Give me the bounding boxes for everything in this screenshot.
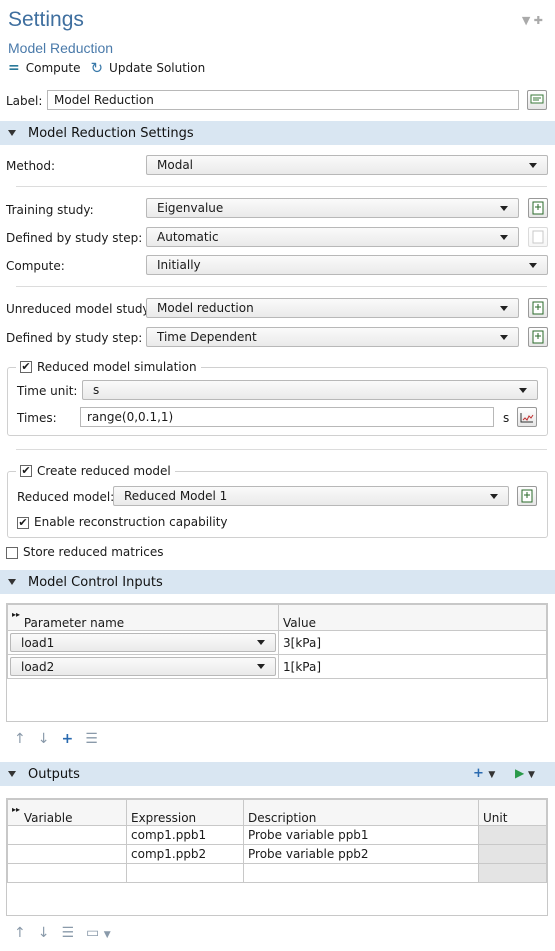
go-to-study-icon[interactable] (528, 198, 548, 218)
go-to-study-icon[interactable] (528, 298, 548, 318)
probe-icon[interactable]: ▶ ▼ (515, 766, 535, 780)
comment-icon[interactable] (527, 90, 547, 110)
enable-reconstruction[interactable]: ✔ Enable reconstruction capability (17, 515, 228, 529)
divider (8, 186, 547, 187)
chevron-down-icon (257, 664, 265, 669)
expand-icon: ▸▸ (12, 805, 21, 814)
move-down-icon[interactable]: ↓ (38, 731, 50, 747)
move-up-icon[interactable]: ↑ (14, 925, 26, 941)
table-toolbar: ↑ ↓ + ☰ (14, 731, 98, 747)
table-options-icon[interactable]: ▭ ▼ (86, 925, 111, 941)
chevron-down-icon (500, 234, 508, 240)
chevron-down-icon (257, 640, 265, 645)
parameter-select[interactable]: load1 (10, 633, 276, 652)
move-up-icon[interactable]: ↑ (14, 731, 26, 747)
delete-icon[interactable]: ☰ (85, 731, 98, 747)
times-label: Times: (17, 411, 57, 425)
collapse-icon (8, 579, 16, 585)
parameter-select[interactable]: load2 (10, 657, 276, 676)
table-row[interactable]: load1 3[kPa] (7, 630, 547, 655)
defined-by-select[interactable]: Automatic (146, 227, 519, 247)
add-output-icon[interactable]: + ▼ (473, 766, 495, 781)
divider (8, 286, 547, 287)
value-cell[interactable]: 1[kPa] (278, 654, 547, 679)
divider (8, 449, 547, 450)
compute-select[interactable]: Initially (146, 255, 548, 275)
section-model-control-inputs[interactable]: Model Control Inputs (0, 570, 555, 594)
reduced-model-select[interactable]: Reduced Model 1 (113, 486, 509, 506)
outputs-table: ▸▸ Variable Expression Description Unit … (6, 798, 548, 916)
method-label: Method: (6, 159, 56, 173)
defined-by-select[interactable]: Time Dependent (146, 327, 519, 347)
section-model-reduction-settings[interactable]: Model Reduction Settings (0, 121, 555, 145)
time-unit-label: Time unit: (17, 384, 78, 398)
column-header-unit[interactable]: Unit (478, 799, 547, 826)
chevron-down-icon (490, 493, 498, 499)
table-row[interactable]: comp1.ppb2 Probe variable ppb2 (7, 844, 547, 864)
add-icon[interactable]: + (61, 731, 73, 747)
chevron-down-icon (529, 162, 537, 168)
times-input[interactable]: range(0,0.1,1) (80, 407, 494, 427)
pin-icon[interactable]: ▼ ✚ (522, 14, 543, 27)
chevron-down-icon (519, 387, 527, 393)
training-study-select[interactable]: Eigenvalue (146, 198, 519, 218)
control-inputs-table: ▸▸ Parameter name Value load1 3[kPa] load2… (6, 603, 548, 722)
toolbar: = Compute ↻ Update Solution (8, 59, 205, 77)
expand-icon: ▸▸ (12, 610, 21, 619)
column-header-parameter[interactable]: ▸▸ Parameter name (7, 604, 279, 631)
training-study-label: Training study: (6, 203, 94, 217)
table-row[interactable] (7, 863, 547, 883)
unreduced-study-select[interactable]: Model reduction (146, 298, 519, 318)
value-cell[interactable]: 3[kPa] (278, 630, 547, 655)
column-header-variable[interactable]: ▸▸ Variable (7, 799, 127, 826)
column-header-value[interactable]: Value (278, 604, 547, 631)
compute-label: Compute: (6, 259, 65, 273)
chevron-down-icon (500, 205, 508, 211)
column-header-description[interactable]: Description (243, 799, 479, 826)
times-unit: s (503, 411, 510, 425)
collapse-icon (8, 771, 16, 777)
time-unit-select[interactable]: s (82, 380, 538, 400)
reduced-model-label: Reduced model: (17, 490, 115, 504)
store-matrices-checkbox[interactable] (6, 546, 18, 559)
create-reduced-model-checkbox[interactable]: ✔ (20, 465, 32, 477)
outputs-toolbar: ↑ ↓ ☰ ▭ ▼ (14, 925, 111, 941)
table-row[interactable]: load2 1[kPa] (7, 654, 547, 679)
reduced-simulation-checkbox[interactable]: ✔ (20, 361, 32, 373)
defined-by-label: Defined by study step: (6, 331, 143, 345)
chevron-down-icon (529, 262, 537, 268)
defined-by-label: Defined by study step: (6, 231, 143, 245)
go-to-model-icon[interactable] (517, 486, 537, 506)
label-input[interactable]: Model Reduction (47, 90, 519, 110)
section-outputs[interactable]: Outputs (0, 762, 555, 786)
delete-icon[interactable]: ☰ (61, 925, 74, 941)
store-matrices[interactable]: Store reduced matrices (6, 545, 163, 559)
compute-button[interactable]: = Compute (8, 60, 80, 76)
node-subtitle: Model Reduction (8, 40, 114, 56)
collapse-icon (8, 130, 16, 136)
enable-reconstruction-checkbox[interactable]: ✔ (17, 516, 29, 529)
label-caption: Label: (6, 94, 43, 108)
page-title: Settings (8, 8, 84, 31)
table-row[interactable]: comp1.ppb1 Probe variable ppb1 (7, 825, 547, 845)
chevron-down-icon (500, 305, 508, 311)
method-select[interactable]: Modal (146, 155, 548, 175)
go-to-step-icon[interactable] (528, 227, 548, 247)
go-to-step-icon[interactable] (528, 327, 548, 347)
unreduced-study-label: Unreduced model study: (6, 302, 153, 316)
move-down-icon[interactable]: ↓ (38, 925, 50, 941)
compute-icon: = (8, 60, 20, 76)
refresh-icon: ↻ (90, 59, 104, 77)
chevron-down-icon (500, 334, 508, 340)
update-solution-button[interactable]: ↻ Update Solution (90, 59, 205, 77)
range-icon[interactable] (517, 407, 537, 427)
column-header-expression[interactable]: Expression (126, 799, 244, 826)
